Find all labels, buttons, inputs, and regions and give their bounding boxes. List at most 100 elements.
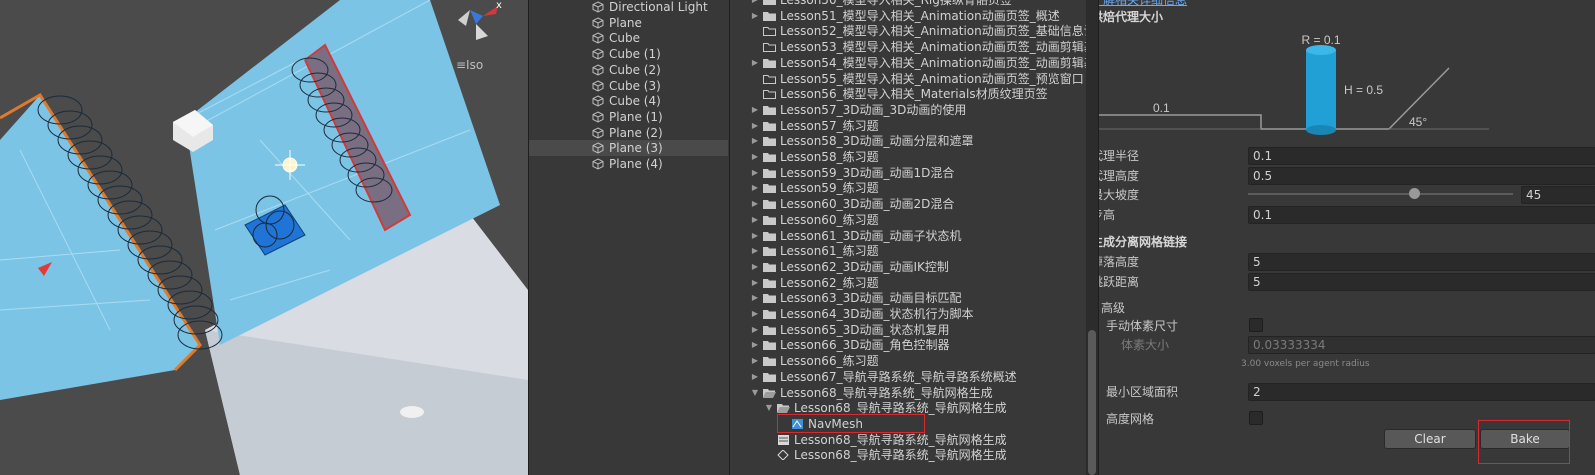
expand-arrow-right-icon[interactable]: ▶: [750, 369, 760, 385]
expand-arrow-right-icon[interactable]: ▶: [750, 55, 760, 71]
gameobject-icon: [592, 64, 604, 76]
agent-size-diagram: 0.1 R = 0.1 H = 0.5 45°: [1099, 33, 1489, 135]
folder-icon: [763, 325, 776, 335]
max-slope-slider-track[interactable]: [1248, 193, 1513, 195]
expand-arrow-right-icon[interactable]: ▶: [750, 133, 760, 149]
project-item[interactable]: ▶ Lesson62_练习题: [730, 275, 1090, 291]
hierarchy-item[interactable]: Plane (2): [529, 125, 728, 141]
expand-arrow-right-icon[interactable]: ▶: [750, 165, 760, 181]
hierarchy-item[interactable]: Cube (2): [529, 62, 728, 78]
manual-voxel-size-checkbox[interactable]: [1249, 318, 1263, 332]
hierarchy-item[interactable]: Cube (3): [529, 78, 728, 94]
project-item[interactable]: ▶ Lesson59_3D动画_动画1D混合: [730, 165, 1090, 181]
lighting-settings-icon: [777, 450, 789, 461]
expand-arrow-down-icon[interactable]: ▼: [764, 400, 774, 416]
project-item[interactable]: ▶ Lesson58_3D动画_动画分层和遮罩: [730, 133, 1090, 149]
expand-arrow-right-icon[interactable]: ▶: [750, 102, 760, 118]
project-item[interactable]: Lesson53_模型导入相关_Animation动画页签_动画剪辑基: [730, 39, 1096, 55]
max-slope-slider-handle[interactable]: [1409, 188, 1420, 199]
hierarchy-item[interactable]: Directional Light: [529, 0, 728, 15]
project-item[interactable]: Lesson56_模型导入相关_Materials材质纹理页签: [730, 86, 1090, 102]
expand-arrow-right-icon[interactable]: ▶: [750, 337, 760, 353]
project-item[interactable]: ▶ Lesson57_练习题: [730, 118, 1090, 134]
offmesh-field-input[interactable]: 5: [1248, 253, 1595, 271]
project-item-label: Lesson59_练习题: [780, 181, 879, 196]
scene-viewport[interactable]: [0, 0, 528, 475]
height-mesh-label: 高度网格: [1106, 412, 1155, 426]
agent-field-input[interactable]: 0.5: [1248, 167, 1595, 185]
expand-arrow-right-icon[interactable]: ▶: [750, 306, 760, 322]
project-item[interactable]: Lesson68_导航寻路系统_导航网格生成: [730, 432, 1090, 448]
project-item[interactable]: ▶ Lesson60_3D动画_动画2D混合: [730, 196, 1090, 212]
max-slope-input[interactable]: 45: [1521, 186, 1595, 204]
expand-arrow-right-icon[interactable]: ▶: [750, 290, 760, 306]
project-item-label: Lesson62_练习题: [780, 275, 879, 290]
project-item-label: Lesson63_3D动画_动画目标匹配: [780, 291, 962, 306]
project-item-label: Lesson66_3D动画_角色控制器: [780, 338, 950, 353]
project-item[interactable]: ▶ Lesson58_练习题: [730, 149, 1090, 165]
expand-arrow-right-icon[interactable]: ▶: [750, 180, 760, 196]
hierarchy-item[interactable]: Cube (1): [529, 46, 728, 62]
project-item-label: Lesson66_练习题: [780, 354, 879, 369]
hierarchy-item[interactable]: Plane (3): [529, 140, 728, 157]
expand-arrow-right-icon[interactable]: ▶: [750, 275, 760, 291]
project-item[interactable]: ▶ Lesson61_练习题: [730, 243, 1090, 259]
hierarchy-item[interactable]: Plane: [529, 15, 728, 31]
project-item[interactable]: ▶ Lesson67_导航寻路系统_导航寻路系统概述: [730, 369, 1090, 385]
expand-arrow-right-icon[interactable]: ▶: [750, 353, 760, 369]
hierarchy-item[interactable]: Plane (4): [529, 156, 728, 172]
learn-more-link[interactable]: 了解相关详细信息: [1099, 0, 1187, 8]
scene-view[interactable]: ≡Iso x: [0, 0, 528, 475]
project-item[interactable]: Lesson52_模型导入相关_Animation动画页签_基础信息设: [730, 23, 1096, 39]
project-item[interactable]: Lesson68_导航寻路系统_导航网格生成: [730, 447, 1090, 463]
expand-arrow-right-icon[interactable]: ▶: [750, 243, 760, 259]
expand-arrow-right-icon[interactable]: ▶: [750, 8, 760, 24]
hierarchy-item-label: Plane (3): [609, 141, 663, 156]
project-item[interactable]: ▶ Lesson66_练习题: [730, 353, 1090, 369]
project-item-label: Lesson55_模型导入相关_Animation动画页签_预览窗口: [780, 71, 1084, 86]
project-item[interactable]: ▶ Lesson60_练习题: [730, 212, 1090, 228]
project-item[interactable]: ▶ Lesson51_模型导入相关_Animation动画页签_概述: [730, 8, 1090, 24]
gizmo-x-axis-label[interactable]: x: [496, 0, 502, 11]
project-item-label: Lesson65_3D动画_状态机复用: [780, 322, 950, 337]
hierarchy-item[interactable]: Cube: [529, 30, 728, 46]
min-region-area-input[interactable]: 2: [1248, 383, 1595, 401]
clear-button[interactable]: Clear: [1384, 429, 1476, 449]
project-item[interactable]: ▶ Lesson59_练习题: [730, 180, 1090, 196]
hierarchy-item-label: Plane (2): [609, 125, 663, 140]
expand-arrow-right-icon[interactable]: ▶: [750, 212, 760, 228]
expand-arrow-right-icon[interactable]: ▶: [750, 118, 760, 134]
offmesh-field-input[interactable]: 5: [1248, 273, 1595, 291]
expand-arrow-right-icon[interactable]: ▶: [750, 259, 760, 275]
project-scrollbar-thumb[interactable]: [1088, 330, 1096, 475]
project-item[interactable]: ▶ Lesson61_3D动画_动画子状态机: [730, 228, 1090, 244]
project-item[interactable]: ▶ Lesson65_3D动画_状态机复用: [730, 322, 1090, 338]
agent-field-input[interactable]: 0.1: [1248, 206, 1595, 224]
project-item-label: Lesson58_3D动画_动画分层和遮罩: [780, 134, 974, 149]
project-item[interactable]: ▶ Lesson62_3D动画_动画IK控制: [730, 259, 1090, 275]
height-mesh-checkbox[interactable]: [1249, 411, 1263, 425]
hierarchy-item[interactable]: Plane (1): [529, 109, 728, 125]
project-item[interactable]: ▶ Lesson54_模型导入相关_Animation动画页签_动画剪辑基: [730, 55, 1096, 71]
project-item-label: Lesson59_3D动画_动画1D混合: [780, 165, 955, 180]
project-item[interactable]: Lesson55_模型导入相关_Animation动画页签_预览窗口: [730, 71, 1090, 87]
offmesh-field-label: 跳跃距离: [1099, 275, 1140, 289]
expand-arrow-right-icon[interactable]: ▶: [750, 149, 760, 165]
project-item[interactable]: ▼ Lesson68_导航寻路系统_导航网格生成: [730, 385, 1090, 401]
projection-mode-label[interactable]: ≡Iso: [456, 58, 483, 72]
hierarchy-item-label: Cube (3): [609, 78, 661, 93]
expand-arrow-down-icon[interactable]: ▼: [750, 385, 760, 401]
project-item[interactable]: ▶ Lesson57_3D动画_3D动画的使用: [730, 102, 1090, 118]
max-slope-label: 最大坡度: [1099, 188, 1140, 202]
folder-icon: [763, 372, 776, 382]
offmesh-field-label: 掉落高度: [1099, 255, 1140, 269]
project-item[interactable]: ▶ Lesson63_3D动画_动画目标匹配: [730, 290, 1090, 306]
expand-arrow-right-icon[interactable]: ▶: [750, 196, 760, 212]
project-item[interactable]: ▶ Lesson66_3D动画_角色控制器: [730, 337, 1090, 353]
advanced-foldout[interactable]: 高级: [1101, 299, 1125, 316]
expand-arrow-right-icon[interactable]: ▶: [750, 228, 760, 244]
expand-arrow-right-icon[interactable]: ▶: [750, 322, 760, 338]
project-item[interactable]: ▶ Lesson64_3D动画_状态机行为脚本: [730, 306, 1090, 322]
hierarchy-item[interactable]: Cube (4): [529, 93, 728, 109]
agent-field-input[interactable]: 0.1: [1248, 147, 1595, 165]
